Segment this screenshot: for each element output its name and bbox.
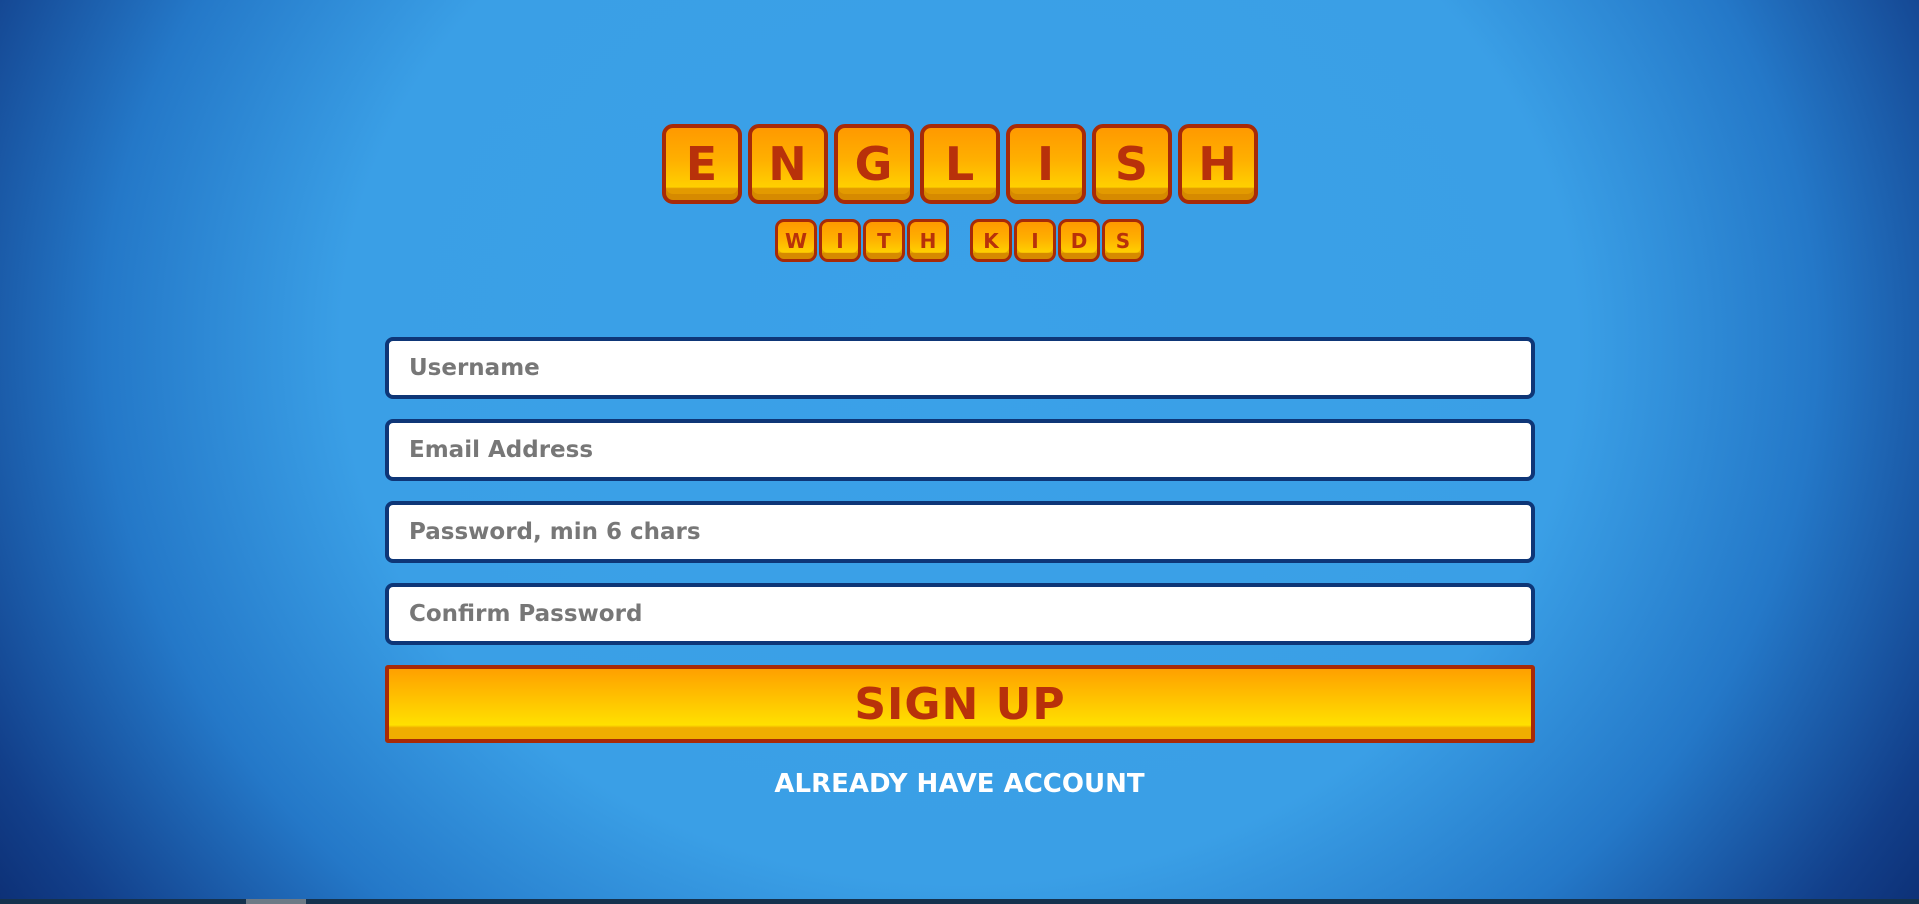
signup-button[interactable]: SIGN UP [385, 665, 1535, 743]
already-have-account-link[interactable]: ALREADY HAVE ACCOUNT [0, 769, 1919, 799]
logo-tile: N [747, 124, 828, 204]
signup-form: SIGN UP [385, 337, 1535, 743]
confirm-password-input[interactable] [385, 583, 1535, 645]
logo-subtitle-tile: H [907, 219, 949, 262]
horizontal-scrollbar[interactable] [0, 899, 1919, 904]
logo-tile: E [661, 124, 742, 204]
username-input[interactable] [385, 337, 1535, 399]
logo-title: E N G L I S H [0, 124, 1919, 204]
logo-tile: L [919, 124, 1000, 204]
logo-subtitle: W I T H K I D S [0, 219, 1919, 262]
scrollbar-thumb[interactable] [246, 899, 306, 904]
logo-subtitle-tile: T [863, 219, 905, 262]
logo-tile: I [1005, 124, 1086, 204]
logo-subtitle-tile: S [1102, 219, 1144, 262]
logo-subtitle-tile: I [819, 219, 861, 262]
logo-subtitle-tile: D [1058, 219, 1100, 262]
email-input[interactable] [385, 419, 1535, 481]
password-input[interactable] [385, 501, 1535, 563]
logo-subtitle-tile: K [970, 219, 1012, 262]
logo-tile: S [1091, 124, 1172, 204]
logo-word-gap [950, 219, 969, 262]
logo-subtitle-tile: I [1014, 219, 1056, 262]
logo-tile: H [1177, 124, 1258, 204]
logo-subtitle-tile: W [775, 219, 817, 262]
logo-tile: G [833, 124, 914, 204]
